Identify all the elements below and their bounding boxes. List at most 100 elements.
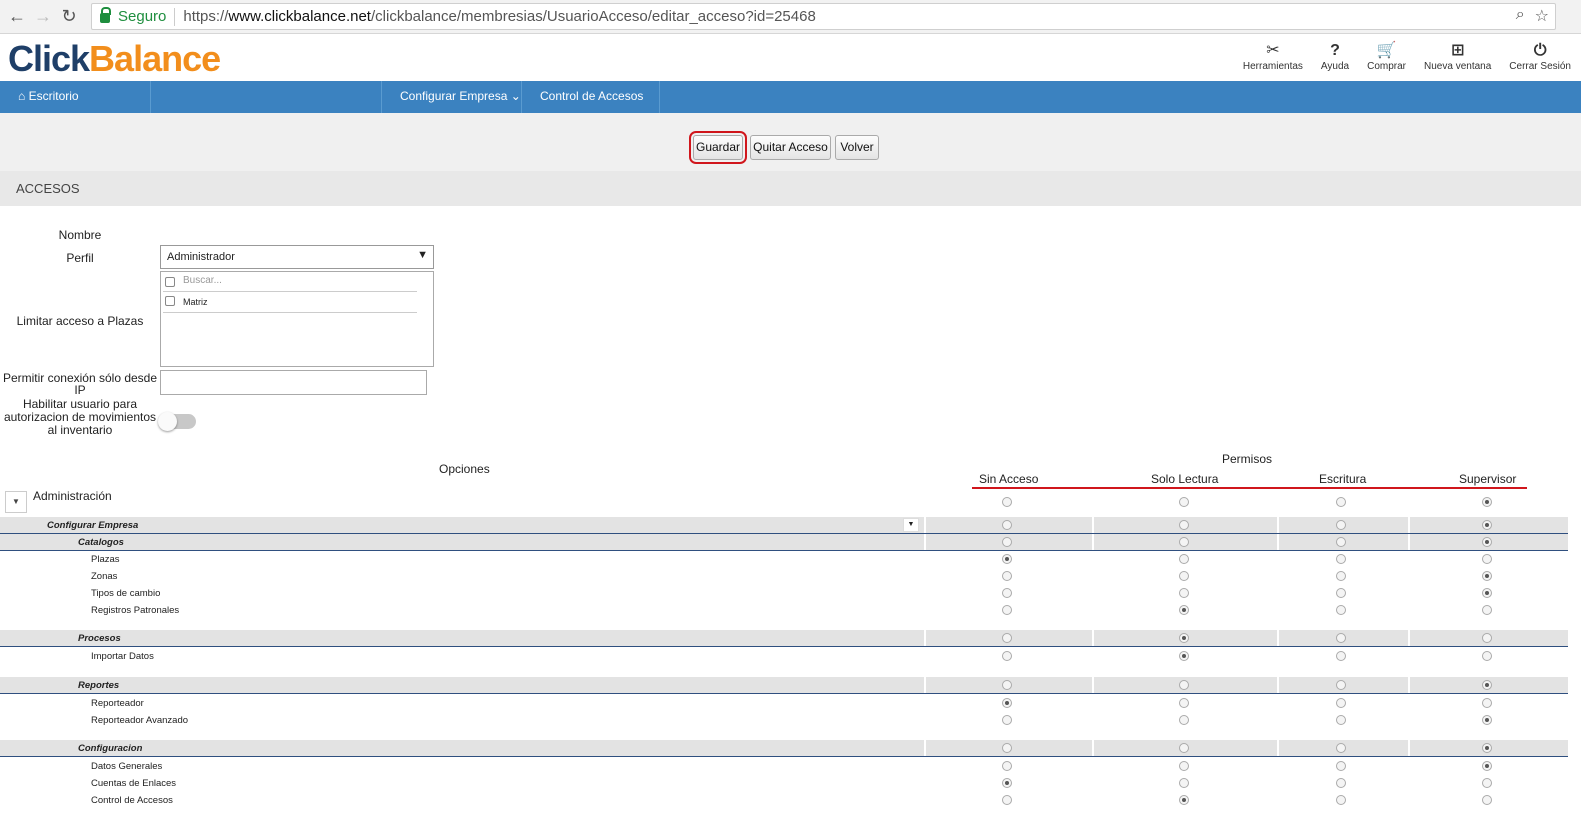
plazas-list[interactable]: Buscar... Matriz xyxy=(160,271,434,367)
plazas-search-row[interactable]: Buscar... xyxy=(163,272,417,292)
ip-input[interactable] xyxy=(160,370,427,395)
permission-radio-2[interactable] xyxy=(1179,715,1189,725)
permission-radio-4[interactable] xyxy=(1482,588,1492,598)
permission-radio-4[interactable] xyxy=(1482,537,1492,547)
permission-radio-3[interactable] xyxy=(1336,588,1346,598)
permission-radio-3[interactable] xyxy=(1336,633,1346,643)
nav-configurar-empresa[interactable]: Configurar Empresa ⌄ xyxy=(392,81,529,113)
reload-icon[interactable]: ↻ xyxy=(56,6,82,27)
permission-radio-2[interactable] xyxy=(1179,743,1189,753)
permission-radio-4[interactable] xyxy=(1482,778,1492,788)
permission-radio-1[interactable] xyxy=(1002,633,1012,643)
permission-radio-3[interactable] xyxy=(1336,680,1346,690)
permission-radio-4[interactable] xyxy=(1482,571,1492,581)
permission-radio-2[interactable] xyxy=(1179,680,1189,690)
permission-radio-1[interactable] xyxy=(1002,520,1012,530)
permission-radio-2[interactable] xyxy=(1179,633,1189,643)
permission-radio-1[interactable] xyxy=(1002,651,1012,661)
tool-cart[interactable]: 🛒 Comprar xyxy=(1367,41,1406,72)
nav-escritorio[interactable]: ⌂ Escritorio xyxy=(10,81,87,113)
permission-radio-1[interactable] xyxy=(1002,795,1012,805)
permission-radio-4[interactable] xyxy=(1482,651,1492,661)
star-icon[interactable]: ☆ xyxy=(1535,6,1549,26)
permission-radio-4[interactable] xyxy=(1482,680,1492,690)
permission-radio-1[interactable] xyxy=(1002,680,1012,690)
permission-radio-1[interactable] xyxy=(1002,715,1012,725)
tool-new-window[interactable]: ⊞ Nueva ventana xyxy=(1424,41,1491,72)
permission-radio-1[interactable] xyxy=(1002,761,1012,771)
permission-radio-3[interactable] xyxy=(1336,761,1346,771)
permission-radio-3[interactable] xyxy=(1336,743,1346,753)
permission-radio-2[interactable] xyxy=(1179,554,1189,564)
permission-radio-2[interactable] xyxy=(1179,651,1189,661)
permission-radio-4[interactable] xyxy=(1482,795,1492,805)
permission-radio-3[interactable] xyxy=(1336,698,1346,708)
permission-radio-3[interactable] xyxy=(1336,795,1346,805)
url-text[interactable]: https://www.clickbalance.net/clickbalanc… xyxy=(183,8,815,25)
permission-radio-3[interactable] xyxy=(1336,554,1346,564)
zoom-icon[interactable]: ⌕ xyxy=(1516,6,1525,26)
permission-radio-4[interactable] xyxy=(1482,743,1492,753)
nav-control-accesos[interactable]: Control de Accesos xyxy=(532,81,651,113)
clickbalance-logo[interactable]: ClickBalance xyxy=(8,38,221,80)
plazas-search-input[interactable]: Buscar... xyxy=(183,275,222,286)
tool-tools[interactable]: ✂ Herramientas xyxy=(1243,41,1303,72)
permission-radio-4[interactable] xyxy=(1482,554,1492,564)
permission-radio-3[interactable] xyxy=(1336,778,1346,788)
permission-radio-3[interactable] xyxy=(1336,715,1346,725)
permission-radio-2[interactable] xyxy=(1179,795,1189,805)
module-radio-1[interactable] xyxy=(1002,497,1012,507)
permission-radio-2[interactable] xyxy=(1179,588,1189,598)
permission-radio-2[interactable] xyxy=(1179,778,1189,788)
module-radio-4[interactable] xyxy=(1482,497,1492,507)
permission-radio-1[interactable] xyxy=(1002,778,1012,788)
tool-power[interactable]: ⏻ Cerrar Sesión xyxy=(1509,41,1571,72)
perfil-select[interactable]: Administrador ▼ xyxy=(160,245,434,269)
permission-radio-3[interactable] xyxy=(1336,571,1346,581)
module-radio-3[interactable] xyxy=(1336,497,1346,507)
permission-radio-2[interactable] xyxy=(1179,761,1189,771)
forward-icon[interactable]: → xyxy=(30,6,56,27)
permission-radio-1[interactable] xyxy=(1002,698,1012,708)
habilitar-toggle[interactable] xyxy=(158,412,196,431)
permission-radio-1[interactable] xyxy=(1002,605,1012,615)
permission-radio-3[interactable] xyxy=(1336,537,1346,547)
permission-radio-4[interactable] xyxy=(1482,633,1492,643)
row-dropdown-icon[interactable]: ▼ xyxy=(903,518,919,532)
permission-radio-3[interactable] xyxy=(1336,651,1346,661)
tools-icon: ✂ xyxy=(1266,42,1280,59)
permission-radio-4[interactable] xyxy=(1482,520,1492,530)
permission-radio-1[interactable] xyxy=(1002,537,1012,547)
back-icon[interactable]: ← xyxy=(4,6,30,27)
permission-radio-1[interactable] xyxy=(1002,571,1012,581)
permission-radio-4[interactable] xyxy=(1482,761,1492,771)
browser-toolbar: ← → ↻ Seguro https://www.clickbalance.ne… xyxy=(0,0,1581,34)
permission-radio-2[interactable] xyxy=(1179,537,1189,547)
permission-row: Reporteador xyxy=(0,695,1568,712)
plaza-checkbox[interactable] xyxy=(165,296,175,306)
permission-radio-2[interactable] xyxy=(1179,605,1189,615)
permission-radio-1[interactable] xyxy=(1002,588,1012,598)
select-all-checkbox[interactable] xyxy=(165,277,175,287)
permission-radio-2[interactable] xyxy=(1179,698,1189,708)
permission-radio-4[interactable] xyxy=(1482,698,1492,708)
permission-name: Zonas xyxy=(91,571,118,582)
permission-radio-1[interactable] xyxy=(1002,743,1012,753)
column-header-4: Supervisor xyxy=(1459,472,1517,486)
permission-radio-2[interactable] xyxy=(1179,520,1189,530)
remove-access-button[interactable]: Quitar Acceso xyxy=(750,135,831,160)
tool-help[interactable]: ? Ayuda xyxy=(1321,41,1349,72)
permission-radio-4[interactable] xyxy=(1482,715,1492,725)
back-button[interactable]: Volver xyxy=(835,135,879,160)
permission-radio-3[interactable] xyxy=(1336,520,1346,530)
permission-radio-3[interactable] xyxy=(1336,605,1346,615)
save-button[interactable]: Guardar xyxy=(689,131,747,164)
permission-radio-2[interactable] xyxy=(1179,571,1189,581)
module-radio-2[interactable] xyxy=(1179,497,1189,507)
collapse-module-button[interactable]: ▼ xyxy=(5,491,27,513)
permission-radio-4[interactable] xyxy=(1482,605,1492,615)
permission-radio-1[interactable] xyxy=(1002,554,1012,564)
nombre-label: Nombre xyxy=(58,228,102,242)
plaza-item[interactable]: Matriz xyxy=(163,293,417,313)
address-bar[interactable]: Seguro https://www.clickbalance.net/clic… xyxy=(91,3,1556,30)
